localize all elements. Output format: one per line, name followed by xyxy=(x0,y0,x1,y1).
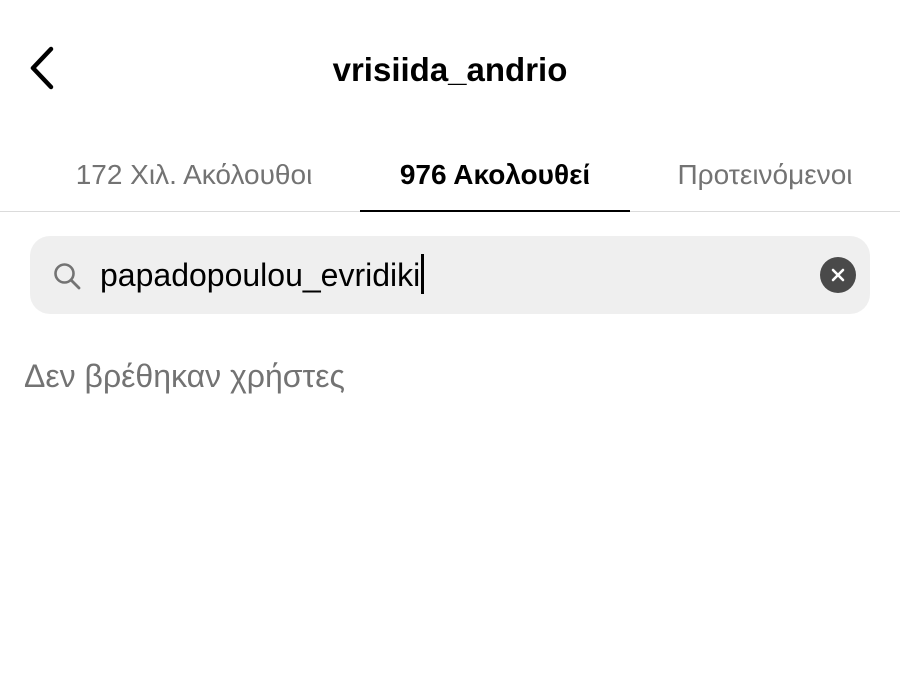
search-input-value: papadopoulou_evridiki xyxy=(100,257,421,293)
screen: vrisiida_andrio 172 Χιλ. Ακόλουθοι 976 Α… xyxy=(0,0,900,682)
search-bar[interactable]: papadopoulou_evridiki xyxy=(30,236,870,314)
tab-followers[interactable]: 172 Χιλ. Ακόλουθοι xyxy=(30,138,358,211)
search-input[interactable]: papadopoulou_evridiki xyxy=(100,250,800,300)
clear-search-button[interactable] xyxy=(820,257,856,293)
page-title: vrisiida_andrio xyxy=(332,51,568,88)
tab-bar: 172 Χιλ. Ακόλουθοι 976 Ακολουθεί Προτειν… xyxy=(0,138,900,212)
header: vrisiida_andrio xyxy=(0,0,900,138)
tab-suggested[interactable]: Προτεινόμενοι xyxy=(640,138,890,211)
clear-icon xyxy=(831,268,845,282)
search-icon xyxy=(54,263,81,290)
no-results-message: Δεν βρέθηκαν χρήστες xyxy=(24,358,345,394)
tab-following[interactable]: 976 Ακολουθεί xyxy=(360,138,630,212)
text-cursor xyxy=(421,254,425,294)
